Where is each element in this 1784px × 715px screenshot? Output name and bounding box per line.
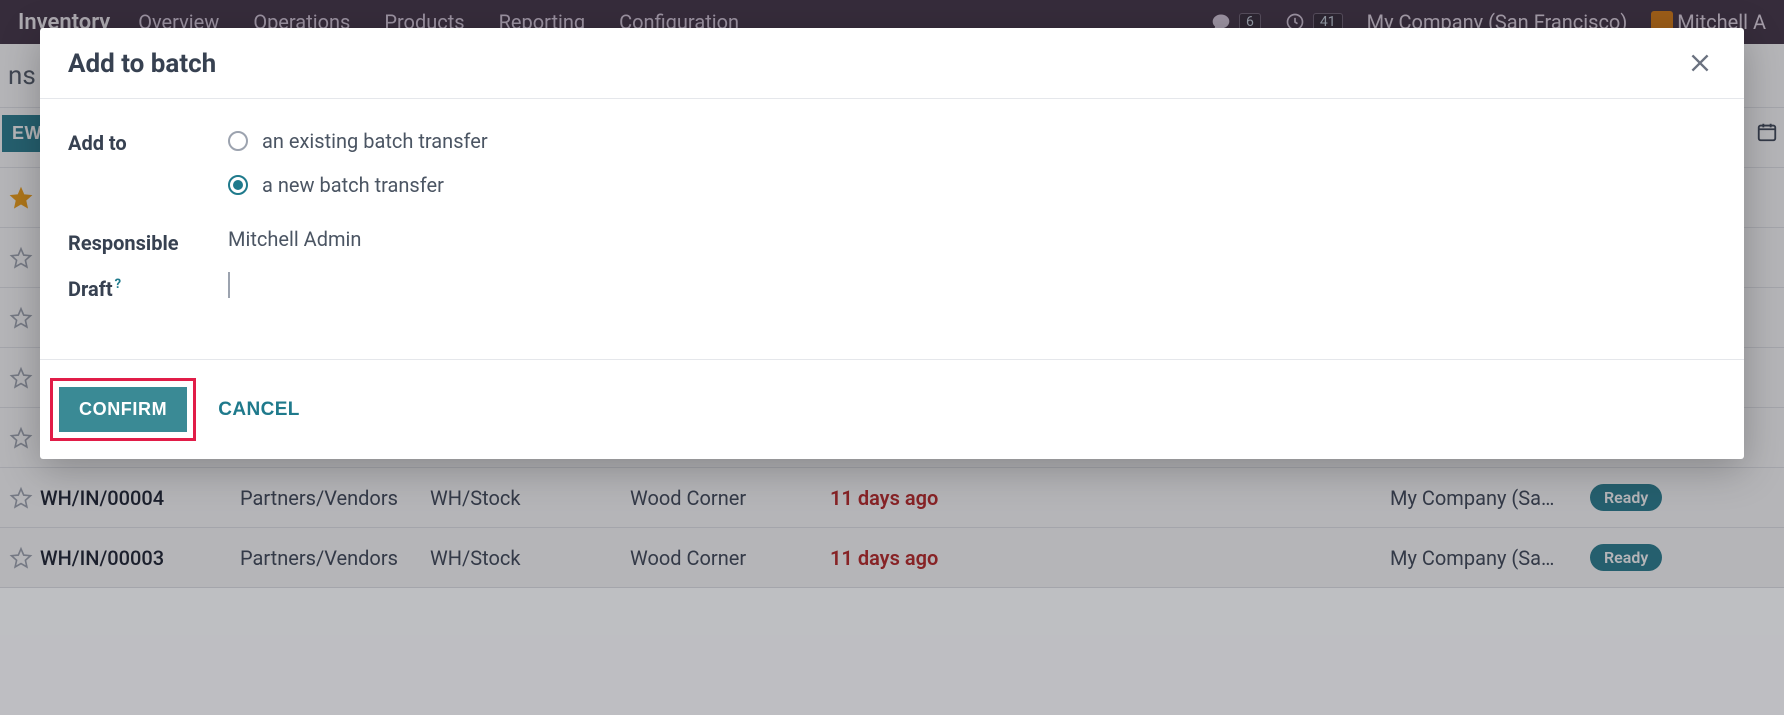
close-icon: [1687, 50, 1713, 76]
responsible-value[interactable]: Mitchell Admin: [228, 227, 1716, 251]
radio-new-label: a new batch transfer: [262, 173, 444, 197]
radio-new-batch[interactable]: a new batch transfer: [228, 173, 1716, 197]
radio-existing-batch[interactable]: an existing batch transfer: [228, 129, 1716, 153]
radio-existing-label: an existing batch transfer: [262, 129, 488, 153]
draft-checkbox[interactable]: [228, 272, 230, 298]
help-icon[interactable]: ?: [115, 277, 121, 292]
responsible-label: Responsible: [68, 227, 228, 255]
modal-body: Add to an existing batch transfer a new …: [40, 99, 1744, 359]
close-button[interactable]: [1684, 48, 1716, 80]
cancel-button[interactable]: CANCEL: [218, 399, 300, 421]
radio-icon: [228, 175, 248, 195]
draft-label: Draft?: [68, 273, 228, 301]
radio-icon: [228, 131, 248, 151]
modal-footer: CONFIRM CANCEL: [40, 359, 1744, 459]
modal-title: Add to batch: [68, 49, 216, 79]
modal-header: Add to batch: [40, 28, 1744, 99]
add-to-label: Add to: [68, 127, 228, 155]
confirm-button[interactable]: CONFIRM: [59, 387, 187, 432]
add-to-batch-modal: Add to batch Add to an existing batch tr…: [40, 28, 1744, 459]
confirm-highlight: CONFIRM: [50, 378, 196, 441]
